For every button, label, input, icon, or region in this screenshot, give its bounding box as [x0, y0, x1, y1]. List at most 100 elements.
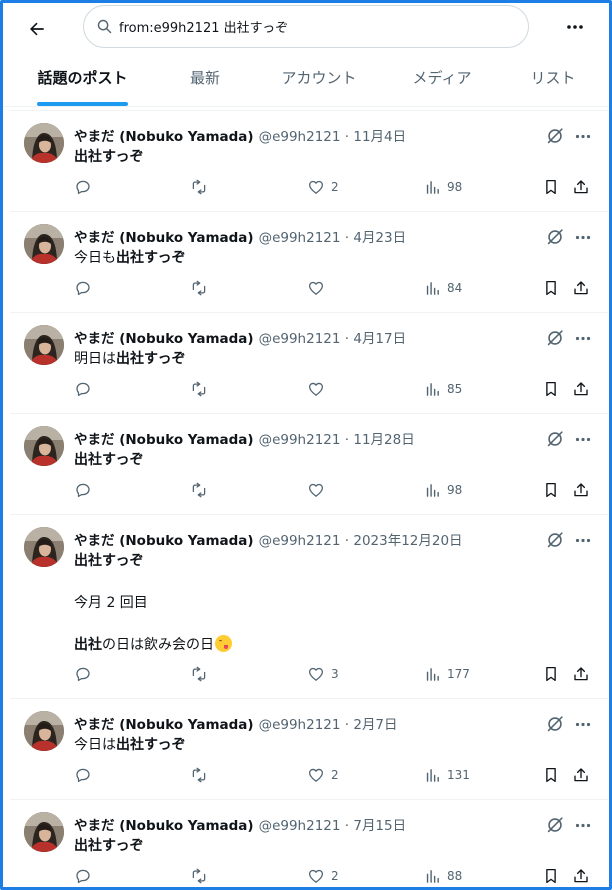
like-button[interactable] — [307, 480, 325, 500]
grok-icon[interactable] — [544, 529, 566, 551]
reply-button[interactable] — [74, 664, 92, 684]
avatar[interactable] — [24, 711, 64, 751]
more-options-button[interactable] — [563, 17, 587, 37]
views-button[interactable]: 98 — [424, 177, 462, 197]
search-box[interactable] — [83, 5, 529, 48]
share-button[interactable] — [572, 765, 590, 785]
repost-button[interactable] — [190, 379, 208, 399]
views-icon — [424, 868, 441, 885]
repost-button[interactable] — [190, 480, 208, 500]
author-handle-and-date[interactable]: @e99h2121 · 2023年12月20日 — [259, 529, 463, 549]
post-header: やまだ (Nobuko Yamada) @e99h2121 · 11月28日 — [74, 428, 608, 450]
repost-button[interactable] — [190, 664, 208, 684]
avatar[interactable] — [24, 325, 64, 365]
reply-button[interactable] — [74, 278, 92, 298]
bookmark-button[interactable] — [542, 664, 560, 684]
reply-button[interactable] — [74, 177, 92, 197]
views-button[interactable]: 84 — [424, 278, 462, 298]
bookmark-button[interactable] — [542, 480, 560, 500]
views-button[interactable]: 131 — [424, 765, 470, 785]
grok-icon[interactable] — [544, 428, 566, 450]
tab-accounts[interactable]: アカウント — [271, 67, 367, 107]
views-button[interactable]: 88 — [424, 866, 462, 886]
author-handle-and-date[interactable]: @e99h2121 · 11月28日 — [259, 428, 415, 448]
post-item[interactable]: やまだ (Nobuko Yamada) @e99h2121 · 7月15日 出社すっ… — [10, 800, 608, 887]
share-icon — [572, 766, 590, 784]
views-button[interactable]: 177 — [424, 664, 470, 684]
post-item[interactable]: やまだ (Nobuko Yamada) @e99h2121 · 11月28日 出社す… — [10, 414, 608, 515]
author-name[interactable]: やまだ (Nobuko Yamada) — [74, 226, 254, 246]
author-name[interactable]: やまだ (Nobuko Yamada) — [74, 713, 254, 733]
share-button[interactable] — [572, 664, 590, 684]
avatar[interactable] — [24, 527, 64, 567]
post-more-button[interactable] — [572, 531, 594, 549]
views-button[interactable]: 85 — [424, 379, 462, 399]
post-item[interactable]: やまだ (Nobuko Yamada) @e99h2121 · 2023年12月2… — [10, 515, 608, 699]
post-more-button[interactable] — [572, 430, 594, 448]
bookmark-button[interactable] — [542, 765, 560, 785]
author-name[interactable]: やまだ (Nobuko Yamada) — [74, 428, 254, 448]
post-body: やまだ (Nobuko Yamada) @e99h2121 · 4月17日 明日は出… — [74, 313, 608, 370]
author-handle-and-date[interactable]: @e99h2121 · 7月15日 — [259, 814, 407, 834]
bookmark-button[interactable] — [542, 278, 560, 298]
bookmark-button[interactable] — [542, 177, 560, 197]
views-button[interactable]: 98 — [424, 480, 462, 500]
browser-frame: 話題のポスト 最新 アカウント メディア リスト やまだ (Nobuko Yam… — [0, 0, 612, 890]
reply-button[interactable] — [74, 866, 92, 886]
author-handle-and-date[interactable]: @e99h2121 · 4月17日 — [259, 327, 407, 347]
bookmark-button[interactable] — [542, 866, 560, 886]
like-button[interactable]: 2 — [307, 866, 339, 886]
share-button[interactable] — [572, 177, 590, 197]
share-button[interactable] — [572, 480, 590, 500]
bookmark-button[interactable] — [542, 379, 560, 399]
search-input[interactable] — [119, 19, 499, 34]
author-name[interactable]: やまだ (Nobuko Yamada) — [74, 327, 254, 347]
post-more-button[interactable] — [572, 715, 594, 733]
tab-lists[interactable]: リスト — [525, 67, 581, 107]
grok-icon[interactable] — [544, 814, 566, 836]
post-more-button[interactable] — [572, 816, 594, 834]
post-more-button[interactable] — [572, 228, 594, 246]
author-handle-and-date[interactable]: @e99h2121 · 2月7日 — [259, 713, 398, 733]
author-name[interactable]: やまだ (Nobuko Yamada) — [74, 529, 254, 549]
grok-icon[interactable] — [544, 327, 566, 349]
author-name[interactable]: やまだ (Nobuko Yamada) — [74, 125, 254, 145]
views-icon — [424, 482, 441, 499]
author-handle-and-date[interactable]: @e99h2121 · 4月23日 — [259, 226, 407, 246]
share-button[interactable] — [572, 379, 590, 399]
grok-icon[interactable] — [544, 125, 566, 147]
like-button[interactable]: 2 — [307, 177, 339, 197]
reply-button[interactable] — [74, 765, 92, 785]
back-button[interactable] — [23, 15, 51, 43]
share-button[interactable] — [572, 866, 590, 886]
tab-latest[interactable]: 最新 — [181, 67, 229, 107]
author-handle-and-date[interactable]: @e99h2121 · 11月4日 — [259, 125, 407, 145]
avatar[interactable] — [24, 426, 64, 466]
repost-button[interactable] — [190, 177, 208, 197]
share-button[interactable] — [572, 278, 590, 298]
bookmark-icon — [542, 867, 560, 885]
like-button[interactable] — [307, 379, 325, 399]
like-button[interactable]: 3 — [307, 664, 339, 684]
post-item[interactable]: やまだ (Nobuko Yamada) @e99h2121 · 4月17日 明日は出… — [10, 313, 608, 414]
reply-button[interactable] — [74, 480, 92, 500]
post-more-button[interactable] — [572, 127, 594, 145]
like-button[interactable]: 2 — [307, 765, 339, 785]
grok-icon[interactable] — [544, 226, 566, 248]
avatar[interactable] — [24, 812, 64, 852]
tab-top-posts[interactable]: 話題のポスト — [33, 67, 132, 107]
post-item[interactable]: やまだ (Nobuko Yamada) @e99h2121 · 11月4日 出社すっ… — [10, 111, 608, 212]
avatar[interactable] — [24, 123, 64, 163]
repost-button[interactable] — [190, 866, 208, 886]
post-item[interactable]: やまだ (Nobuko Yamada) @e99h2121 · 2月7日 今日は出社… — [10, 699, 608, 800]
repost-button[interactable] — [190, 765, 208, 785]
reply-button[interactable] — [74, 379, 92, 399]
like-button[interactable] — [307, 278, 325, 298]
grok-icon[interactable] — [544, 713, 566, 735]
author-name[interactable]: やまだ (Nobuko Yamada) — [74, 814, 254, 834]
repost-button[interactable] — [190, 278, 208, 298]
post-more-button[interactable] — [572, 329, 594, 347]
post-item[interactable]: やまだ (Nobuko Yamada) @e99h2121 · 4月23日 今日も出… — [10, 212, 608, 313]
tab-media[interactable]: メディア — [406, 67, 478, 107]
avatar[interactable] — [24, 224, 64, 264]
